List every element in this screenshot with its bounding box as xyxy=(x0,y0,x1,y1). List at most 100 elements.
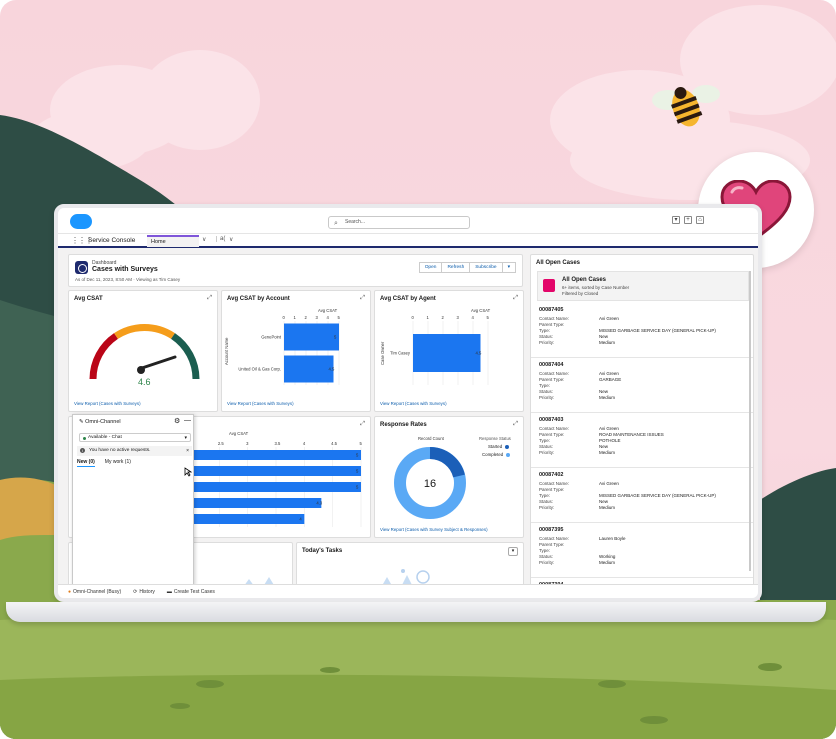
case-list-item[interactable]: 00087403 Contact Name: Avi Green Parent Typ… xyxy=(539,417,745,456)
bar[interactable] xyxy=(413,334,481,372)
global-header: ⌕ Search... ▾ + ⌂ xyxy=(58,208,758,234)
utility-omni-channel[interactable]: ● Omni-Channel (Busy) xyxy=(68,588,122,595)
csat-gauge: 4.6 xyxy=(89,324,200,387)
dashboard-header: Dashboard Cases with Surveys As of Dec 1… xyxy=(68,254,523,287)
favorites-icon[interactable]: ▾ xyxy=(672,216,680,224)
field-label: Priority: xyxy=(539,450,555,455)
expand-icon[interactable]: ⤢ xyxy=(207,295,212,302)
field-label: Priority: xyxy=(539,505,555,510)
open-button[interactable]: Open xyxy=(418,262,443,273)
bar-value-label: 4.3 xyxy=(316,501,322,506)
dashboard-icon xyxy=(75,261,88,274)
settings-icon[interactable]: ⚙ xyxy=(174,417,180,425)
search-placeholder: Search... xyxy=(345,219,366,225)
field-label: Priority: xyxy=(539,560,555,565)
case-list-item[interactable]: 00087402 Contact Name: Avi Green Parent Typ… xyxy=(539,472,745,511)
category-label: Tim Casey xyxy=(390,351,411,356)
case-list-item[interactable]: 00087405 Contact Name: Avi Green Parent Typ… xyxy=(539,307,745,346)
setup-icon[interactable]: ⌂ xyxy=(696,216,704,224)
tab-extra-chevron-icon[interactable]: ∨ xyxy=(229,236,233,243)
bar[interactable] xyxy=(191,450,361,460)
case-list-item[interactable]: 00087395 Contact Name: Lauren Boyle Parent … xyxy=(539,527,745,566)
tasks-menu-button[interactable]: ▾ xyxy=(508,547,518,556)
bar[interactable] xyxy=(191,466,361,476)
utility-create-label: Create Test Cases xyxy=(173,588,215,595)
subscribe-button[interactable]: Subscribe xyxy=(470,262,503,273)
bar[interactable] xyxy=(191,482,361,492)
x-tick-label: 5 xyxy=(338,315,341,320)
bar[interactable] xyxy=(191,498,322,508)
case-field-row: Priority: Medium xyxy=(539,560,745,566)
minimize-icon[interactable]: — xyxy=(184,417,191,424)
donut-started xyxy=(429,447,465,478)
csat-by-agent-title: Avg CSAT by Agent xyxy=(380,296,436,302)
avg-csat-title: Avg CSAT xyxy=(74,296,103,302)
bar[interactable] xyxy=(191,514,305,524)
add-icon[interactable]: + xyxy=(684,216,692,224)
dashboard-title: Cases with Surveys xyxy=(92,266,158,273)
utility-history[interactable]: ⟳ History xyxy=(133,589,155,595)
list-title: All Open Cases xyxy=(562,277,607,283)
utility-bar: ● Omni-Channel (Busy) ⟳ History ▬ Create Te… xyxy=(58,584,758,598)
csat-by-agent-report-link[interactable]: View Report (Cases with Surveys) xyxy=(380,401,447,406)
x-tick-label: 3 xyxy=(316,315,319,320)
status-online-icon xyxy=(83,437,86,440)
omni-channel-icon: ✎ xyxy=(79,419,84,425)
open-cases-panel: All Open Cases All Open Cases 6+ items, … xyxy=(530,254,754,590)
legend-label: Started xyxy=(488,444,503,449)
bar[interactable] xyxy=(284,323,339,351)
legend-title: Response Status xyxy=(479,436,511,441)
field-value: Medium xyxy=(599,450,616,455)
presence-status-dropdown[interactable]: Available - Chat ▾ xyxy=(79,433,191,442)
refresh-button[interactable]: Refresh xyxy=(442,262,471,273)
tab-my-work[interactable]: My work (1) xyxy=(105,459,131,467)
csat-by-account-title: Avg CSAT by Account xyxy=(227,296,290,302)
scrollbar[interactable] xyxy=(749,271,751,571)
search-icon: ⌕ xyxy=(334,220,338,227)
case-number[interactable]: 00087395 xyxy=(539,527,745,533)
avg-csat-report-link[interactable]: View Report (Cases with Surveys) xyxy=(74,401,141,406)
field-value: Medium xyxy=(599,395,616,400)
todays-tasks-title: Today's Tasks xyxy=(302,548,343,554)
avg-csat-card: Avg CSAT ⤢ 4.6 View Report (Cases with S… xyxy=(68,290,218,412)
utility-create-test-cases[interactable]: ▬ Create Test Cases xyxy=(166,588,215,595)
record-count-label: Record Count xyxy=(418,436,444,441)
tab-new[interactable]: New (0) xyxy=(77,459,95,467)
bar[interactable] xyxy=(284,355,334,383)
dashboard-content: Dashboard Cases with Surveys As of Dec 1… xyxy=(58,250,758,591)
salesforce-logo[interactable] xyxy=(70,214,92,229)
nav-menu-chevron-icon[interactable]: ∨ xyxy=(202,236,206,243)
utility-omni-label: Omni-Channel (Busy) xyxy=(73,588,122,595)
close-icon[interactable]: × xyxy=(186,448,189,454)
case-number[interactable]: 00087405 xyxy=(539,307,745,313)
global-search-input[interactable]: ⌕ Search... xyxy=(328,216,470,229)
chevron-down-icon: ▾ xyxy=(184,435,187,441)
csat-by-account-report-link[interactable]: View Report (Cases with Surveys) xyxy=(227,401,294,406)
case-number[interactable]: 00087403 xyxy=(539,417,745,423)
expand-icon[interactable]: ⤢ xyxy=(513,295,518,302)
csat-by-account-card: Avg CSAT by Account ⤢ Avg CSAT Account N… xyxy=(221,290,371,412)
bee-icon xyxy=(652,85,720,127)
x-tick-label: 3.5 xyxy=(275,441,281,446)
x-tick-label: 5 xyxy=(487,315,490,320)
case-list-item[interactable]: 00087404 Contact Name: Avi Green Parent Typ… xyxy=(539,362,745,401)
case-field-row: Priority: Medium xyxy=(539,450,745,456)
case-number[interactable]: 00087402 xyxy=(539,472,745,478)
case-number[interactable]: 00087404 xyxy=(539,362,745,368)
tab-home[interactable]: Home xyxy=(147,235,199,247)
expand-icon[interactable]: ⤢ xyxy=(513,421,518,428)
case-icon: ▬ xyxy=(166,588,172,595)
divider xyxy=(531,467,753,468)
response-rates-report-link[interactable]: View Report (Cases with Survey Subject &… xyxy=(380,527,488,532)
x-tick-label: 0 xyxy=(283,315,286,320)
case-field-row: Priority: Medium xyxy=(539,340,745,346)
x-tick-label: 1 xyxy=(427,315,430,320)
expand-icon[interactable]: ⤢ xyxy=(360,295,365,302)
field-label: Priority: xyxy=(539,340,555,345)
omni-channel-panel: ✎ Omni-Channel ⚙ — Available - Chat ▾ i … xyxy=(72,414,194,586)
omni-channel-header: ✎ Omni-Channel xyxy=(79,419,121,425)
tab-extra[interactable]: a( xyxy=(216,236,225,242)
field-value: Avi Green xyxy=(599,316,619,321)
category-label: GenePoint xyxy=(261,335,282,340)
more-actions-button[interactable]: ▾ xyxy=(502,262,516,273)
